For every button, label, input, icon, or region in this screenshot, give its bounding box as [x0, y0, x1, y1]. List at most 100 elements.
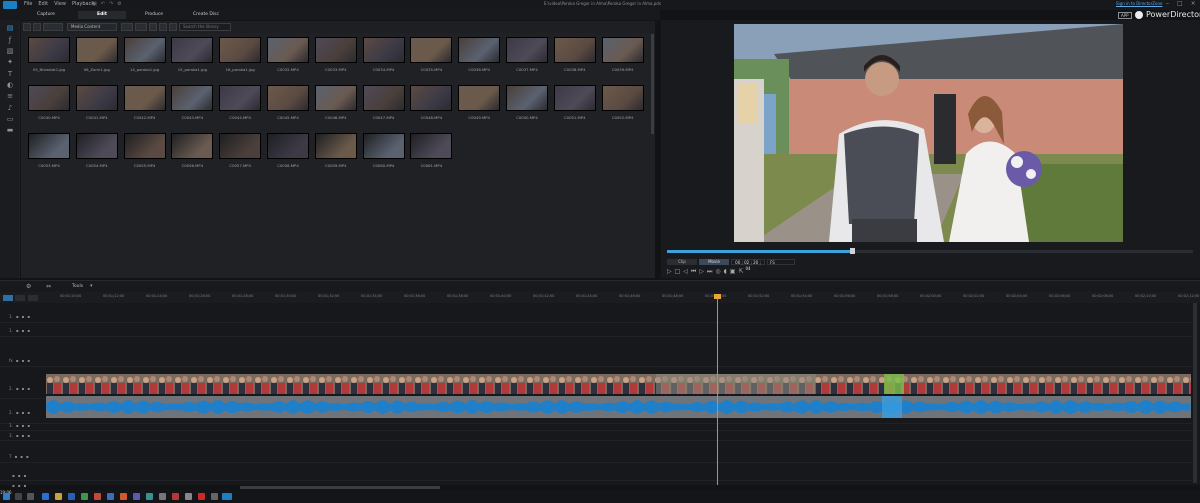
- filter-icon[interactable]: [43, 23, 63, 31]
- media-thumbnail[interactable]: [553, 37, 596, 63]
- track-lock-icon[interactable]: ▪: [27, 314, 30, 319]
- track-enable-icon[interactable]: ▪: [22, 328, 25, 333]
- app5-icon[interactable]: [172, 493, 179, 500]
- next-frame-icon[interactable]: ▷: [699, 268, 704, 276]
- tab-capture[interactable]: Capture: [28, 11, 64, 19]
- media-thumbnail[interactable]: [267, 133, 309, 159]
- track-toggle-icon[interactable]: ▪: [12, 473, 15, 478]
- edit-tool-icon[interactable]: ⚙: [26, 283, 31, 290]
- media-thumbnail[interactable]: [362, 37, 405, 63]
- track-enable-icon[interactable]: ▪: [20, 454, 23, 459]
- media-thumbnail[interactable]: [28, 85, 70, 111]
- media-thumbnail[interactable]: [553, 85, 596, 111]
- track-enable-icon[interactable]: ▪: [22, 358, 25, 363]
- track-lock-icon[interactable]: ▪: [23, 473, 26, 478]
- settings-icon[interactable]: ⚙: [117, 1, 121, 7]
- save-icon[interactable]: ▣: [92, 1, 97, 7]
- app8-icon[interactable]: [211, 493, 218, 500]
- tab-create-disc[interactable]: Create Disc: [186, 11, 226, 19]
- track-enable-icon[interactable]: ▪: [22, 410, 25, 415]
- search-icon[interactable]: [15, 493, 22, 500]
- track-view-icon[interactable]: [3, 295, 13, 301]
- track-lock-icon[interactable]: ▪: [27, 328, 30, 333]
- list-view-icon[interactable]: [169, 23, 177, 31]
- media-thumbnail[interactable]: [601, 85, 644, 111]
- menu-file[interactable]: File: [24, 1, 32, 7]
- timeline-vertical-scrollbar[interactable]: [1193, 303, 1197, 483]
- track-toggle-icon[interactable]: ▪: [16, 386, 19, 391]
- app3-icon[interactable]: [146, 493, 153, 500]
- media-thumbnail[interactable]: [123, 85, 166, 111]
- import-icon[interactable]: [23, 23, 31, 31]
- media-thumbnail[interactable]: [458, 85, 501, 111]
- powerpoint-icon[interactable]: [94, 493, 101, 500]
- trim-tool-icon[interactable]: ⇔: [46, 283, 51, 290]
- library-search-input[interactable]: Search the library: [179, 23, 231, 31]
- library-scrollbar[interactable]: [651, 34, 654, 134]
- track-enable-icon[interactable]: ▪: [22, 433, 25, 438]
- media-thumbnail[interactable]: [123, 133, 166, 159]
- close-icon[interactable]: ×: [1191, 0, 1196, 7]
- media-thumbnail[interactable]: [171, 133, 214, 159]
- plugins-icon[interactable]: [33, 23, 41, 31]
- app2-icon[interactable]: [133, 493, 140, 500]
- app7-icon[interactable]: [198, 493, 205, 500]
- maximize-icon[interactable]: □: [1177, 0, 1183, 7]
- app-icon[interactable]: [120, 493, 127, 500]
- media-thumbnail[interactable]: [601, 37, 644, 63]
- track-enable-icon[interactable]: ▪: [22, 314, 25, 319]
- transition-room-icon[interactable]: ◐: [6, 81, 14, 89]
- media-thumbnail[interactable]: [458, 37, 501, 63]
- timeline-ruler[interactable]: 00;01;20;00 00;01;22;00 00;01;24;00 00;01;2…: [0, 292, 1200, 303]
- media-thumbnail[interactable]: [267, 85, 309, 111]
- media-thumbnail[interactable]: [267, 37, 309, 63]
- view-image-icon[interactable]: [159, 23, 167, 31]
- track-lock-icon[interactable]: ▪: [27, 386, 30, 391]
- preview-scrub-bar[interactable]: [667, 248, 1193, 254]
- video-clip-strip[interactable]: [46, 374, 1191, 394]
- next-icon[interactable]: ⏭: [707, 268, 712, 276]
- media-thumbnail[interactable]: [219, 133, 262, 159]
- preview-quality-select[interactable]: FS: [767, 259, 795, 265]
- media-room-icon[interactable]: ▤: [6, 24, 14, 32]
- track-lock-icon[interactable]: ▪: [26, 454, 29, 459]
- edge-icon[interactable]: [42, 493, 49, 500]
- menu-playback[interactable]: Playback: [72, 1, 94, 7]
- particle-room-icon[interactable]: ✦: [6, 58, 14, 66]
- media-thumbnail[interactable]: [506, 37, 548, 63]
- track-lock-icon[interactable]: ▪: [27, 433, 30, 438]
- media-content-select[interactable]: Media Content: [67, 23, 117, 31]
- fx-room-icon[interactable]: ƒ: [6, 36, 14, 44]
- view-video-icon[interactable]: [135, 23, 147, 31]
- tab-edit[interactable]: Edit: [78, 11, 126, 19]
- media-thumbnail[interactable]: [362, 85, 405, 111]
- media-thumbnail[interactable]: [28, 133, 70, 159]
- task-view-icon[interactable]: [27, 493, 34, 500]
- minimize-icon[interactable]: –: [1166, 0, 1169, 7]
- app6-icon[interactable]: [185, 493, 192, 500]
- media-thumbnail[interactable]: [28, 37, 70, 63]
- media-thumbnail[interactable]: [314, 133, 357, 159]
- explorer-icon[interactable]: [55, 493, 62, 500]
- chevron-down-icon[interactable]: ▾: [90, 283, 93, 289]
- word-icon[interactable]: [68, 493, 75, 500]
- app-badge[interactable]: APP: [1118, 12, 1132, 19]
- media-thumbnail[interactable]: [219, 37, 262, 63]
- media-thumbnail[interactable]: [506, 85, 548, 111]
- excel-icon[interactable]: [81, 493, 88, 500]
- timeline-horizontal-scrollbar[interactable]: [240, 486, 440, 489]
- track-toggle-icon[interactable]: ▪: [12, 483, 15, 488]
- playhead-handle[interactable]: [714, 294, 721, 299]
- track-enable-icon[interactable]: ▪: [18, 473, 21, 478]
- play-icon[interactable]: ▷: [667, 268, 672, 276]
- voice-record-icon[interactable]: ♪: [6, 104, 14, 112]
- media-thumbnail[interactable]: [410, 37, 453, 63]
- zoom-fit-icon[interactable]: [28, 295, 38, 301]
- tab-produce[interactable]: Produce: [134, 11, 174, 19]
- media-thumbnail[interactable]: [314, 85, 357, 111]
- start-icon[interactable]: [3, 493, 10, 500]
- media-thumbnail[interactable]: [171, 85, 214, 111]
- track-lock-icon[interactable]: ▪: [27, 410, 30, 415]
- storyboard-view-icon[interactable]: [15, 295, 25, 301]
- media-thumbnail[interactable]: [123, 37, 166, 63]
